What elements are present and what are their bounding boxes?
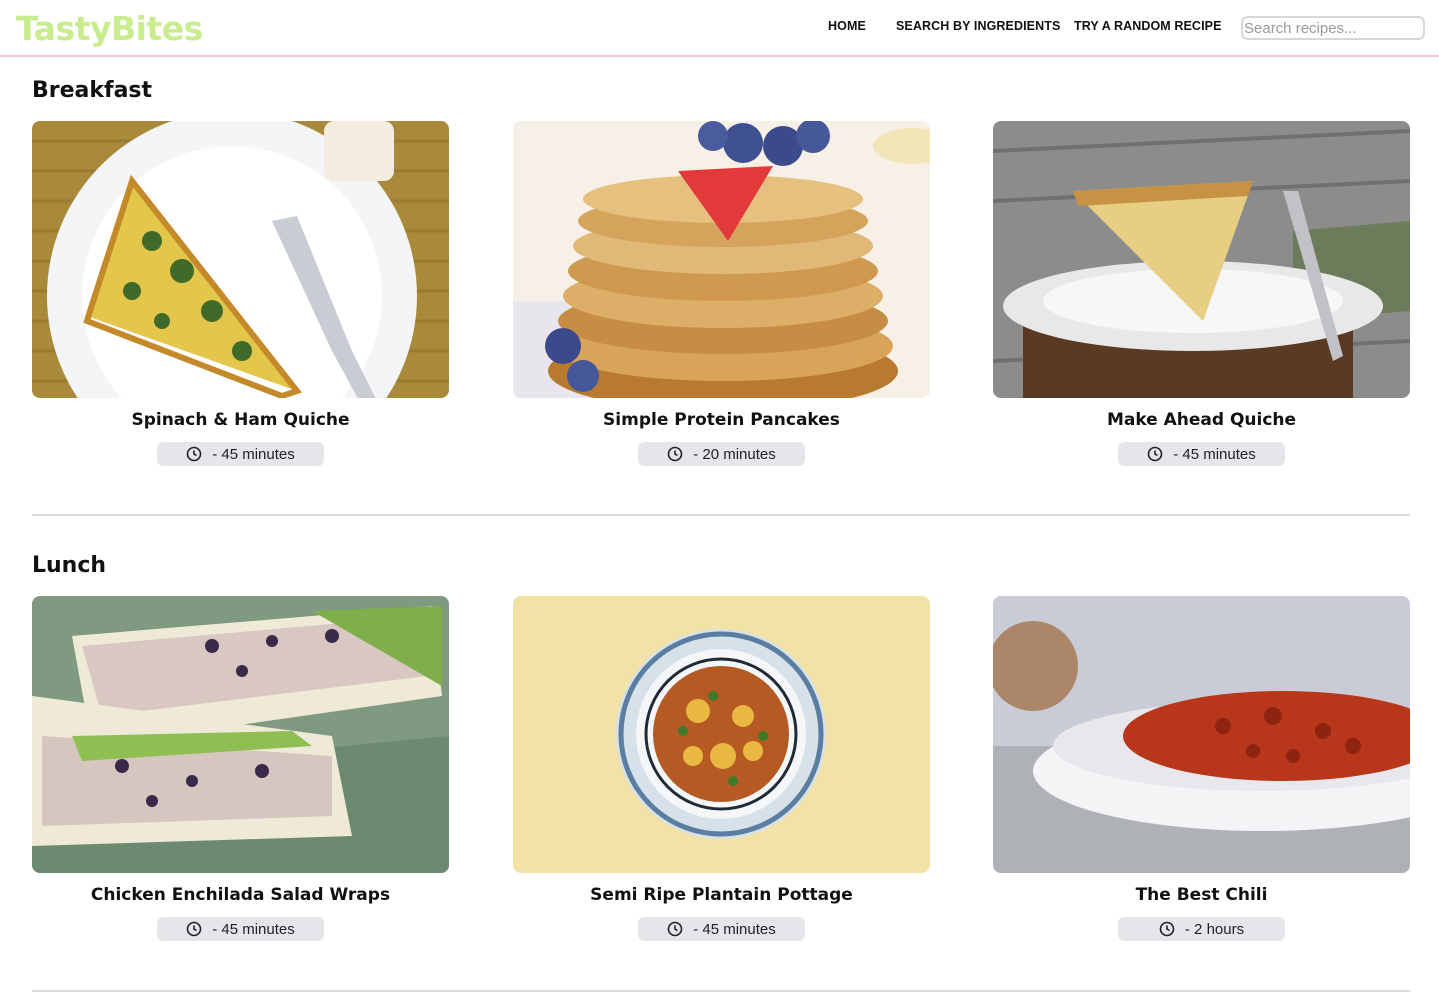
cook-time-badge: - 45 minutes bbox=[1118, 442, 1285, 466]
cook-time-badge: - 20 minutes bbox=[638, 442, 805, 466]
cook-time-text: - 45 minutes bbox=[1173, 445, 1256, 463]
search-input[interactable] bbox=[1241, 16, 1425, 40]
recipe-title[interactable]: Chicken Enchilada Salad Wraps bbox=[32, 883, 449, 907]
cook-time-text: - 45 minutes bbox=[693, 920, 776, 938]
clock-icon bbox=[667, 921, 683, 937]
nav-random-recipe-link[interactable]: TRY A RANDOM RECIPE bbox=[1074, 19, 1222, 37]
cook-time-text: - 45 minutes bbox=[212, 920, 295, 938]
recipe-image-simple-protein-pancakes[interactable] bbox=[513, 121, 930, 398]
recipe-title[interactable]: The Best Chili bbox=[993, 883, 1410, 907]
section-divider bbox=[32, 990, 1410, 992]
site-logo[interactable]: TastyBites bbox=[16, 9, 203, 49]
recipe-image-semi-ripe-plantain-pottage[interactable] bbox=[513, 596, 930, 873]
nav-search-by-ingredients-link[interactable]: SEARCH BY INGREDIENTS bbox=[896, 19, 1060, 37]
clock-icon bbox=[186, 446, 202, 462]
section-title-breakfast: Breakfast bbox=[32, 78, 153, 103]
recipe-image-spinach-ham-quiche[interactable] bbox=[32, 121, 449, 398]
section-divider bbox=[32, 514, 1410, 516]
clock-icon bbox=[186, 921, 202, 937]
cook-time-text: - 2 hours bbox=[1184, 920, 1245, 938]
recipe-title[interactable]: Simple Protein Pancakes bbox=[513, 408, 930, 432]
recipe-image-chicken-enchilada-salad-wraps[interactable] bbox=[32, 596, 449, 873]
cook-time-badge: - 45 minutes bbox=[157, 442, 324, 466]
recipe-image-the-best-chili[interactable] bbox=[993, 596, 1410, 873]
recipe-image-make-ahead-quiche[interactable] bbox=[993, 121, 1410, 398]
cook-time-text: - 45 minutes bbox=[212, 445, 295, 463]
clock-icon bbox=[1159, 921, 1175, 937]
clock-icon bbox=[667, 446, 683, 462]
section-title-lunch: Lunch bbox=[32, 553, 107, 578]
cook-time-badge: - 2 hours bbox=[1118, 917, 1285, 941]
recipe-title[interactable]: Make Ahead Quiche bbox=[993, 408, 1410, 432]
recipe-title[interactable]: Spinach & Ham Quiche bbox=[32, 408, 449, 432]
recipe-title[interactable]: Semi Ripe Plantain Pottage bbox=[513, 883, 930, 907]
clock-icon bbox=[1147, 446, 1163, 462]
top-navigation-bar: TastyBites HOME SEARCH BY INGREDIENTS TR… bbox=[0, 0, 1439, 57]
cook-time-text: - 20 minutes bbox=[693, 445, 776, 463]
cook-time-badge: - 45 minutes bbox=[638, 917, 805, 941]
nav-home-link[interactable]: HOME bbox=[828, 19, 866, 37]
cook-time-badge: - 45 minutes bbox=[157, 917, 324, 941]
